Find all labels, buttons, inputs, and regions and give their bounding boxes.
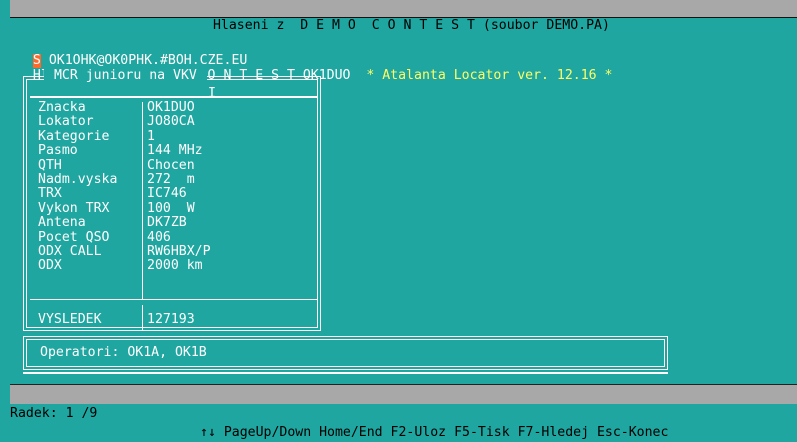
field-value[interactable]: 144 MHz [147, 143, 211, 158]
operators-bottom-rule [23, 372, 668, 374]
field-label: Vykon TRX [38, 200, 110, 216]
result-separator [142, 305, 143, 331]
field-label: Znacka [38, 100, 86, 115]
key-hints: ↑↓ PageUp/Down Home/End F2-Uloz F5-Tisk … [200, 425, 669, 440]
field-value[interactable]: 406 [147, 230, 211, 245]
result-value[interactable]: 127193 [147, 313, 195, 327]
field-label: Kategorie [38, 128, 110, 144]
window-title-bar: Hlaseni z D E M O C O N T E S T (soubor … [10, 0, 797, 33]
field-value[interactable]: RW6HBX/P [147, 244, 211, 259]
field-label: Pasmo [38, 143, 78, 159]
field-label: Lokator [38, 114, 94, 130]
column-separator [142, 102, 143, 299]
field-value[interactable]: IC746 [147, 186, 211, 201]
field-labels-column: Znacka Lokator Kategorie Pasmo QTH Nadm.… [38, 100, 118, 274]
field-value[interactable]: JO80CA [147, 114, 211, 129]
field-label: QTH [38, 157, 62, 173]
field-value[interactable]: 1 [147, 129, 211, 144]
field-value[interactable]: 272 m [147, 172, 211, 187]
operators-line[interactable]: Operatori: OK1A, OK1B [40, 346, 207, 360]
field-label: Nadm.vyska [38, 171, 118, 187]
line-position: Radek: 1 /9 [10, 406, 98, 421]
field-value[interactable]: 2000 km [147, 258, 211, 273]
result-divider [30, 299, 318, 300]
result-label: VYSLEDEK [38, 312, 102, 327]
field-label: Antena [38, 215, 86, 231]
field-value[interactable]: Chocen [147, 158, 211, 173]
window-title: Hlaseni z D E M O C O N T E S T (soubor … [212, 18, 610, 33]
status-bar: Radek: 1 /9 ↑↓ PageUp/Down Home/End F2-U… [10, 384, 797, 440]
report-form-caption: MCR junioru na VKV [44, 68, 207, 83]
field-value[interactable]: OK1DUO [147, 100, 211, 115]
field-label: ODX CALL [38, 243, 102, 259]
report-header-version[interactable]: * Atalanta Locator ver. 12.16 * [350, 68, 612, 83]
form-top-rule [30, 96, 318, 98]
field-label: Pocet QSO [38, 229, 110, 245]
field-label: TRX [38, 186, 62, 202]
field-value[interactable]: 100 W [147, 201, 211, 216]
field-label: ODX [38, 258, 62, 274]
field-value[interactable]: DK7ZB [147, 215, 211, 230]
field-values-column: OK1DUO JO80CA 1 144 MHz Chocen 272 m IC7… [147, 100, 211, 274]
